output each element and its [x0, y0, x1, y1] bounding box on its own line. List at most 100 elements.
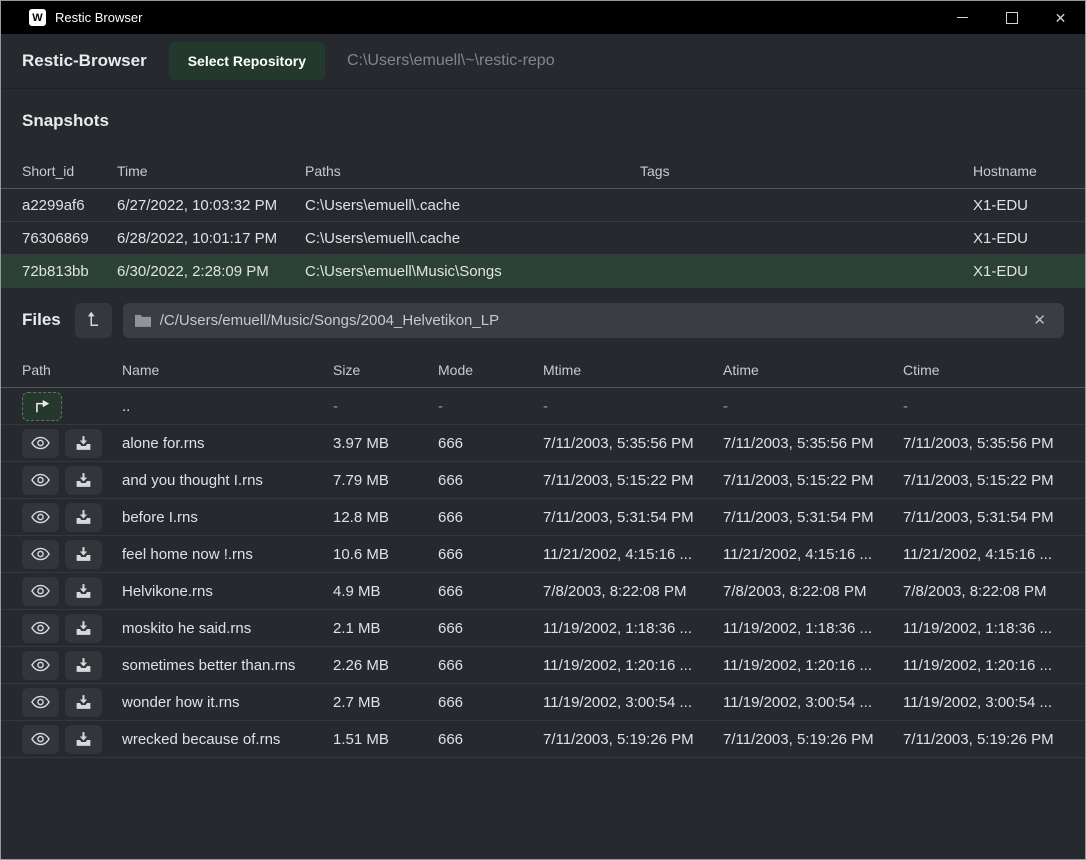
- restore-file-button[interactable]: [65, 688, 102, 717]
- file-size: -: [333, 398, 438, 415]
- file-atime: 11/19/2002, 3:00:54 ...: [723, 694, 903, 711]
- file-atime: -: [723, 398, 903, 415]
- folder-icon: [135, 314, 151, 327]
- snapshot-short-id: 76306869: [22, 230, 117, 247]
- preview-file-button[interactable]: [22, 614, 59, 643]
- file-mtime: 11/19/2002, 1:18:36 ...: [543, 620, 723, 637]
- file-row: Helvikone.rns 4.9 MB 666 7/8/2003, 8:22:…: [1, 573, 1085, 610]
- file-mode: 666: [438, 620, 543, 637]
- snapshot-row[interactable]: 76306869 6/28/2022, 10:01:17 PM C:\Users…: [1, 222, 1085, 255]
- file-mode: 666: [438, 509, 543, 526]
- file-row: wonder how it.rns 2.7 MB 666 11/19/2002,…: [1, 684, 1085, 721]
- download-icon: [76, 510, 91, 524]
- preview-file-button[interactable]: [22, 577, 59, 606]
- file-mode: 666: [438, 583, 543, 600]
- restore-file-button[interactable]: [65, 540, 102, 569]
- file-mtime: 11/19/2002, 1:20:16 ...: [543, 657, 723, 674]
- go-parent-directory-button[interactable]: [22, 392, 62, 421]
- preview-file-button[interactable]: [22, 503, 59, 532]
- col-atime: Atime: [723, 362, 903, 378]
- snapshot-row-selected[interactable]: 72b813bb 6/30/2022, 2:28:09 PM C:\Users\…: [1, 255, 1085, 288]
- minimize-icon: [957, 17, 968, 18]
- file-row: moskito he said.rns 2.1 MB 666 11/19/200…: [1, 610, 1085, 647]
- file-mode: -: [438, 398, 543, 415]
- file-mtime: 11/19/2002, 3:00:54 ...: [543, 694, 723, 711]
- snapshot-short-id: 72b813bb: [22, 263, 117, 280]
- file-size: 12.8 MB: [333, 509, 438, 526]
- file-ctime: -: [903, 398, 1064, 415]
- file-name: and you thought I.rns: [122, 472, 333, 489]
- file-ctime: 7/11/2003, 5:15:22 PM: [903, 472, 1064, 489]
- snapshot-row[interactable]: a2299af6 6/27/2022, 10:03:32 PM C:\Users…: [1, 189, 1085, 222]
- file-name: alone for.rns: [122, 435, 333, 452]
- file-mtime: -: [543, 398, 723, 415]
- clear-path-button[interactable]: ✕: [1027, 312, 1052, 329]
- file-name: sometimes better than.rns: [122, 657, 333, 674]
- col-hostname: Hostname: [973, 163, 1064, 179]
- col-mode: Mode: [438, 362, 543, 378]
- restore-file-button[interactable]: [65, 466, 102, 495]
- eye-icon: [31, 547, 50, 561]
- file-row: sometimes better than.rns 2.26 MB 666 11…: [1, 647, 1085, 684]
- restore-file-button[interactable]: [65, 577, 102, 606]
- current-path-value: /C/Users/emuell/Music/Songs/2004_Helveti…: [160, 312, 1019, 329]
- download-icon: [76, 584, 91, 598]
- preview-file-button[interactable]: [22, 466, 59, 495]
- col-time: Time: [117, 163, 305, 179]
- restore-file-button[interactable]: [65, 429, 102, 458]
- file-ctime: 7/11/2003, 5:19:26 PM: [903, 731, 1064, 748]
- snapshot-hostname: X1-EDU: [973, 230, 1064, 247]
- file-atime: 7/11/2003, 5:31:54 PM: [723, 509, 903, 526]
- close-button[interactable]: ✕: [1036, 1, 1085, 34]
- download-icon: [76, 473, 91, 487]
- file-mtime: 7/11/2003, 5:31:54 PM: [543, 509, 723, 526]
- download-icon: [76, 658, 91, 672]
- restore-file-button[interactable]: [65, 614, 102, 643]
- parent-directory-row: .. - - - - -: [1, 388, 1085, 425]
- col-mtime: Mtime: [543, 362, 723, 378]
- app-window: W Restic Browser ✕ Restic-Browser Select…: [0, 0, 1086, 860]
- file-atime: 11/21/2002, 4:15:16 ...: [723, 546, 903, 563]
- snapshots-title: Snapshots: [22, 111, 109, 131]
- file-row: and you thought I.rns 7.79 MB 666 7/11/2…: [1, 462, 1085, 499]
- eye-icon: [31, 658, 50, 672]
- col-short-id: Short_id: [22, 163, 117, 179]
- select-repository-button[interactable]: Select Repository: [169, 42, 325, 80]
- preview-file-button[interactable]: [22, 540, 59, 569]
- restore-file-button[interactable]: [65, 503, 102, 532]
- file-mode: 666: [438, 657, 543, 674]
- preview-file-button[interactable]: [22, 651, 59, 680]
- download-icon: [76, 695, 91, 709]
- files-toolbar: Files /C/Users/emuell/Music/Songs/2004_H…: [1, 288, 1085, 352]
- file-size: 2.7 MB: [333, 694, 438, 711]
- file-name: ..: [122, 398, 333, 415]
- file-mtime: 7/11/2003, 5:15:22 PM: [543, 472, 723, 489]
- current-path-input[interactable]: /C/Users/emuell/Music/Songs/2004_Helveti…: [123, 303, 1064, 338]
- preview-file-button[interactable]: [22, 725, 59, 754]
- eye-icon: [31, 732, 50, 746]
- close-icon: ✕: [1055, 11, 1067, 25]
- file-tree-icon: [86, 311, 101, 329]
- file-ctime: 11/21/2002, 4:15:16 ...: [903, 546, 1064, 563]
- titlebar: W Restic Browser ✕: [1, 1, 1085, 34]
- restore-file-button[interactable]: [65, 725, 102, 754]
- minimize-button[interactable]: [938, 1, 987, 34]
- eye-icon: [31, 473, 50, 487]
- maximize-button[interactable]: [987, 1, 1036, 34]
- snapshots-section-header: Snapshots: [1, 89, 1085, 153]
- file-ctime: 11/19/2002, 1:18:36 ...: [903, 620, 1064, 637]
- preview-file-button[interactable]: [22, 429, 59, 458]
- eye-icon: [31, 510, 50, 524]
- file-tree-toggle-button[interactable]: [75, 303, 112, 338]
- file-row: feel home now !.rns 10.6 MB 666 11/21/20…: [1, 536, 1085, 573]
- preview-file-button[interactable]: [22, 688, 59, 717]
- snapshot-short-id: a2299af6: [22, 197, 117, 214]
- file-size: 10.6 MB: [333, 546, 438, 563]
- file-ctime: 7/11/2003, 5:35:56 PM: [903, 435, 1064, 452]
- restore-file-button[interactable]: [65, 651, 102, 680]
- file-size: 2.1 MB: [333, 620, 438, 637]
- file-size: 1.51 MB: [333, 731, 438, 748]
- snapshot-paths: C:\Users\emuell\.cache: [305, 197, 640, 214]
- file-mode: 666: [438, 731, 543, 748]
- wails-logo-icon: W: [29, 9, 46, 26]
